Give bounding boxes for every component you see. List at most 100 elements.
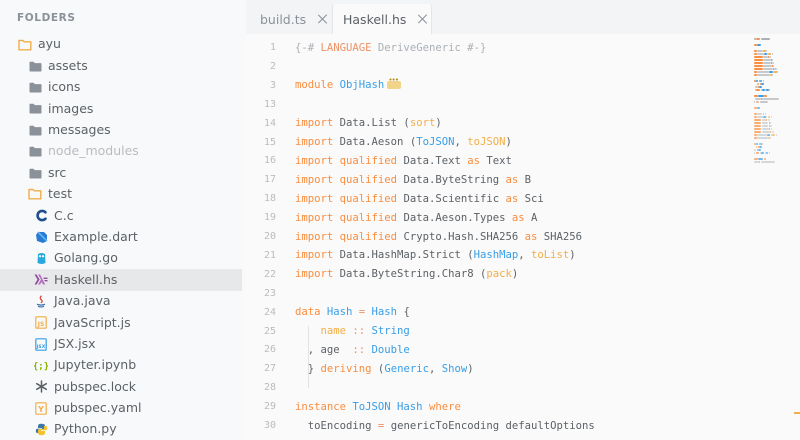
tree-item-python-py[interactable]: Python.py — [0, 419, 246, 440]
minimap-line — [754, 62, 763, 64]
minimap-line — [757, 116, 763, 118]
close-icon[interactable] — [418, 14, 428, 24]
minimap-line — [770, 128, 772, 130]
code-token: genericToEncoding defaultOptions — [390, 419, 595, 432]
c-file-icon — [34, 209, 48, 223]
scrollbar-marker[interactable] — [794, 412, 800, 414]
jsx-file-icon: JSX — [34, 337, 48, 351]
code-line[interactable]: 27 } deriving (Generic, Show) — [246, 359, 746, 378]
minimap-line — [765, 50, 767, 52]
sidebar: FOLDERS ayu assets icons images messages node… — [0, 0, 246, 440]
tab-haskell-hs[interactable]: Haskell.hs — [332, 4, 432, 34]
code-line[interactable]: 25 name :: String — [246, 322, 746, 341]
code-token: import — [295, 249, 340, 262]
sidebar-header: FOLDERS — [17, 12, 76, 24]
code-token: sort — [409, 117, 436, 130]
code-line[interactable]: 29 instance ToJSON Hash where — [246, 397, 746, 416]
minimap-line — [754, 59, 763, 61]
tree-item-ayu[interactable]: ayu — [0, 34, 246, 55]
svg-text:JS: JS — [37, 321, 45, 328]
haskell-file-icon — [34, 273, 48, 287]
line-number: 22 — [263, 268, 276, 280]
tree-item-label: Example.dart — [54, 228, 138, 244]
tree-item-node-modules[interactable]: node_modules — [0, 141, 246, 162]
code-line[interactable]: 23 — [246, 284, 746, 303]
code-line[interactable]: 30 toEncoding = genericToEncoding defaul… — [246, 416, 746, 435]
code-text: import qualified Data.ByteString as B — [295, 174, 531, 186]
tab-build-ts[interactable]: build.ts — [246, 4, 336, 34]
code-line[interactable]: 24 data Hash = Hash { — [246, 303, 746, 322]
tree-item-icons[interactable]: icons — [0, 77, 246, 98]
line-number: 14 — [263, 117, 276, 129]
tree-item-haskell-hs[interactable]: Haskell.hs — [0, 269, 242, 291]
code-line[interactable]: 26 , age :: Double — [246, 340, 746, 359]
code-line[interactable]: 20 import qualified Crypto.Hash.SHA256 as… — [246, 227, 746, 246]
tree-item-golang-go[interactable]: Golang.go — [0, 248, 246, 269]
code-token: Hash — [326, 306, 353, 319]
tree-item-jsx-jsx[interactable]: JSX JSX.jsx — [0, 333, 246, 354]
code-line[interactable]: 13 — [246, 95, 746, 114]
code-token: , — [518, 249, 532, 262]
code-line[interactable]: 3 module ObjHash — [246, 76, 746, 95]
tree-item-java-java[interactable]: Java.java — [0, 291, 246, 312]
minimap-line — [754, 131, 762, 133]
code-token: instance — [295, 400, 353, 413]
tree-item-example-dart[interactable]: Example.dart — [0, 227, 246, 248]
minimap-line — [762, 68, 773, 70]
code-token: Generic — [384, 362, 429, 375]
code-token: Hash — [371, 306, 398, 319]
tree-item-pubspec-yaml[interactable]: Ypubspec.yaml — [0, 398, 246, 419]
close-icon[interactable] — [318, 14, 328, 24]
minimap-line — [754, 68, 763, 70]
minimap-line — [761, 131, 770, 133]
tab-label: build.ts — [260, 11, 307, 27]
minimap-line — [761, 122, 769, 124]
fold-ellipsis-icon[interactable] — [387, 76, 402, 90]
minimap-line — [757, 134, 767, 136]
code-token: = — [352, 306, 372, 319]
code-line[interactable]: 16 import qualified Data.Text as Text — [246, 151, 746, 170]
code-text: , age :: Double — [295, 344, 410, 356]
folder-open-icon — [18, 38, 32, 52]
tree-item-c-c[interactable]: C.c — [0, 205, 246, 226]
tree-item-messages[interactable]: messages — [0, 120, 246, 141]
minimap-line — [757, 137, 768, 139]
tree-item-label: Python.py — [54, 421, 117, 437]
code-token: Data.Text — [403, 154, 468, 167]
code-line[interactable]: 18 import qualified Data.Scientific as Sc… — [246, 189, 746, 208]
line-number: 19 — [263, 212, 276, 224]
code-token: module — [295, 79, 340, 92]
code-token: import qualified — [295, 154, 404, 167]
minimap-line — [772, 134, 775, 136]
code-token: where — [428, 400, 461, 413]
tree-item-javascript-js[interactable]: JS JavaScript.js — [0, 312, 246, 333]
code-text: import Data.List (sort) — [295, 117, 442, 129]
tree-item-pubspec-lock[interactable]: pubspec.lock — [0, 376, 246, 397]
code-token: toEncoding — [295, 419, 378, 432]
tree-item-jupyter-ipynb[interactable]: {;} Jupyter.ipynb — [0, 355, 246, 376]
code-editor[interactable]: 1 {-# LANGUAGE DeriveGeneric #-} 2 3 module … — [246, 34, 800, 440]
code-text: {-# LANGUAGE DeriveGeneric #-} — [295, 42, 486, 54]
tree-item-images[interactable]: images — [0, 98, 246, 119]
minimap[interactable] — [754, 38, 796, 178]
code-line[interactable]: 2 — [246, 57, 746, 76]
code-text: import qualified Crypto.Hash.SHA256 as S… — [295, 231, 582, 243]
code-line[interactable]: 22 import Data.ByteString.Char8 (pack) — [246, 265, 746, 284]
code-line[interactable]: 21 import Data.HashMap.Strict (HashMap, t… — [246, 246, 746, 265]
tree-item-src[interactable]: src — [0, 162, 246, 183]
code-line[interactable]: 14 import Data.List (sort) — [246, 114, 746, 133]
code-line[interactable]: 1 {-# LANGUAGE DeriveGeneric #-} — [246, 38, 746, 57]
tree-item-assets[interactable]: assets — [0, 55, 246, 76]
code-line[interactable]: 17 import qualified Data.ByteString as B — [246, 170, 746, 189]
code-line[interactable]: 19 import qualified Data.Aeson.Types as A — [246, 208, 746, 227]
python-file-icon — [34, 423, 48, 437]
svg-text:JSX: JSX — [36, 344, 46, 350]
tree-item-test[interactable]: test — [0, 184, 246, 205]
minimap-line — [759, 80, 763, 82]
code-line[interactable]: 28 — [246, 378, 746, 397]
code-token: HashMap — [473, 249, 519, 262]
code-line[interactable]: 15 import Data.Aeson (ToJSON, toJSON) — [246, 133, 746, 152]
code-text: name :: String — [295, 325, 410, 337]
minimap-line — [757, 71, 769, 73]
tree-item-label: assets — [48, 57, 88, 73]
